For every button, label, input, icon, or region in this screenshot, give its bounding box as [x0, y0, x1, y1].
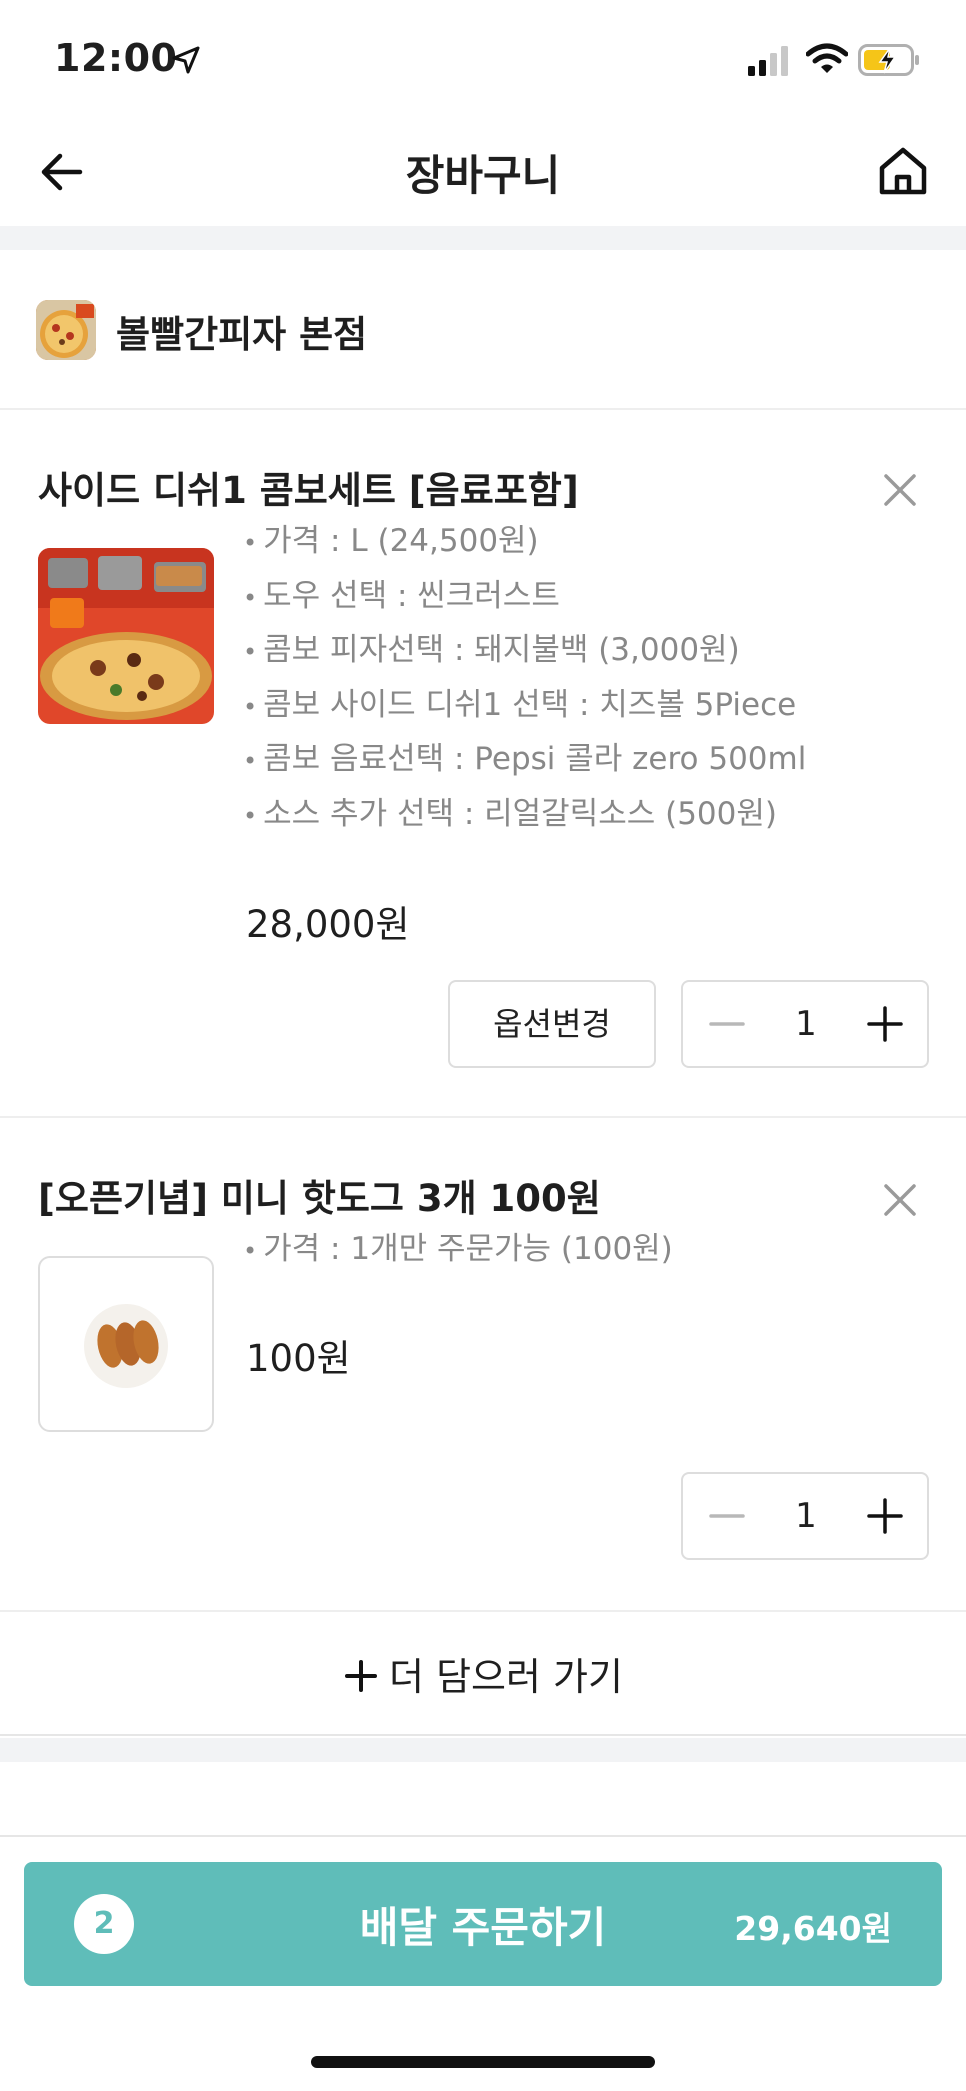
- footer-divider: [0, 1835, 966, 1837]
- store-logo: [36, 300, 96, 360]
- quantity-value: 1: [795, 1004, 817, 1044]
- close-icon[interactable]: [878, 1178, 922, 1222]
- add-more-content: 더 담으러 가기: [343, 1646, 623, 1701]
- change-option-button[interactable]: 옵션변경: [448, 980, 656, 1068]
- quantity-value: 1: [795, 1496, 817, 1536]
- option-line: 가격 : L (24,500원): [243, 514, 806, 569]
- item-options: 가격 : L (24,500원) 도우 선택 : 씬크러스트 콤보 피자선택 :…: [243, 514, 806, 841]
- quantity-stepper: 1: [681, 980, 929, 1068]
- location-arrow-icon: [172, 46, 200, 74]
- cellular-signal-icon: [748, 46, 788, 76]
- item-image: [38, 548, 214, 724]
- section-divider: [0, 1738, 966, 1762]
- option-line: 도우 선택 : 씬크러스트: [243, 569, 806, 624]
- option-line: 가격 : 1개만 주문가능 (100원): [243, 1222, 673, 1277]
- plus-icon: [345, 1660, 378, 1692]
- order-delivery-button[interactable]: 2 배달 주문하기 29,640원: [24, 1862, 942, 1986]
- option-line: 콤보 사이드 디쉬1 선택 : 치즈볼 5Piece: [243, 678, 806, 733]
- status-time: 12:00: [54, 36, 178, 80]
- item-title: [오픈기념] 미니 핫도그 3개 100원: [38, 1177, 601, 1220]
- order-total: 29,640원: [734, 1909, 892, 1948]
- page-header: 장바구니: [0, 120, 966, 226]
- status-bar: 12:00: [0, 0, 966, 120]
- plus-icon[interactable]: [863, 1002, 907, 1046]
- minus-icon[interactable]: [705, 1494, 749, 1538]
- cart-item: 사이드 디쉬1 콤보세트 [음료포함] 가격 : L (24,500원) 도우 …: [0, 410, 966, 1118]
- item-image: [38, 1256, 214, 1432]
- home-indicator: [311, 2056, 655, 2068]
- add-more-label: 더 담으러 가기: [389, 1655, 623, 1699]
- store-name: 볼빨간피자 본점: [116, 313, 368, 356]
- wifi-icon: [806, 43, 848, 73]
- item-price: 100원: [246, 1337, 351, 1380]
- item-price: 28,000원: [246, 903, 410, 946]
- close-icon[interactable]: [878, 468, 922, 512]
- minus-icon[interactable]: [705, 1002, 749, 1046]
- quantity-stepper: 1: [681, 1472, 929, 1560]
- item-options: 가격 : 1개만 주문가능 (100원): [243, 1222, 673, 1277]
- add-more-button[interactable]: 더 담으러 가기: [0, 1612, 966, 1736]
- store-row: 볼빨간피자 본점: [0, 250, 966, 410]
- option-line: 콤보 음료선택 : Pepsi 콜라 zero 500ml: [243, 732, 806, 787]
- option-line: 소스 추가 선택 : 리얼갈릭소스 (500원): [243, 787, 806, 842]
- page-title: 장바구니: [405, 151, 561, 200]
- home-icon[interactable]: [876, 144, 930, 198]
- option-line: 콤보 피자선택 : 돼지불백 (3,000원): [243, 623, 806, 678]
- item-title: 사이드 디쉬1 콤보세트 [음료포함]: [38, 469, 579, 512]
- cart-item: [오픈기념] 미니 핫도그 3개 100원 가격 : 1개만 주문가능 (100…: [0, 1118, 966, 1612]
- section-divider: [0, 226, 966, 250]
- battery-charging-icon: [858, 44, 919, 76]
- plus-icon[interactable]: [863, 1494, 907, 1538]
